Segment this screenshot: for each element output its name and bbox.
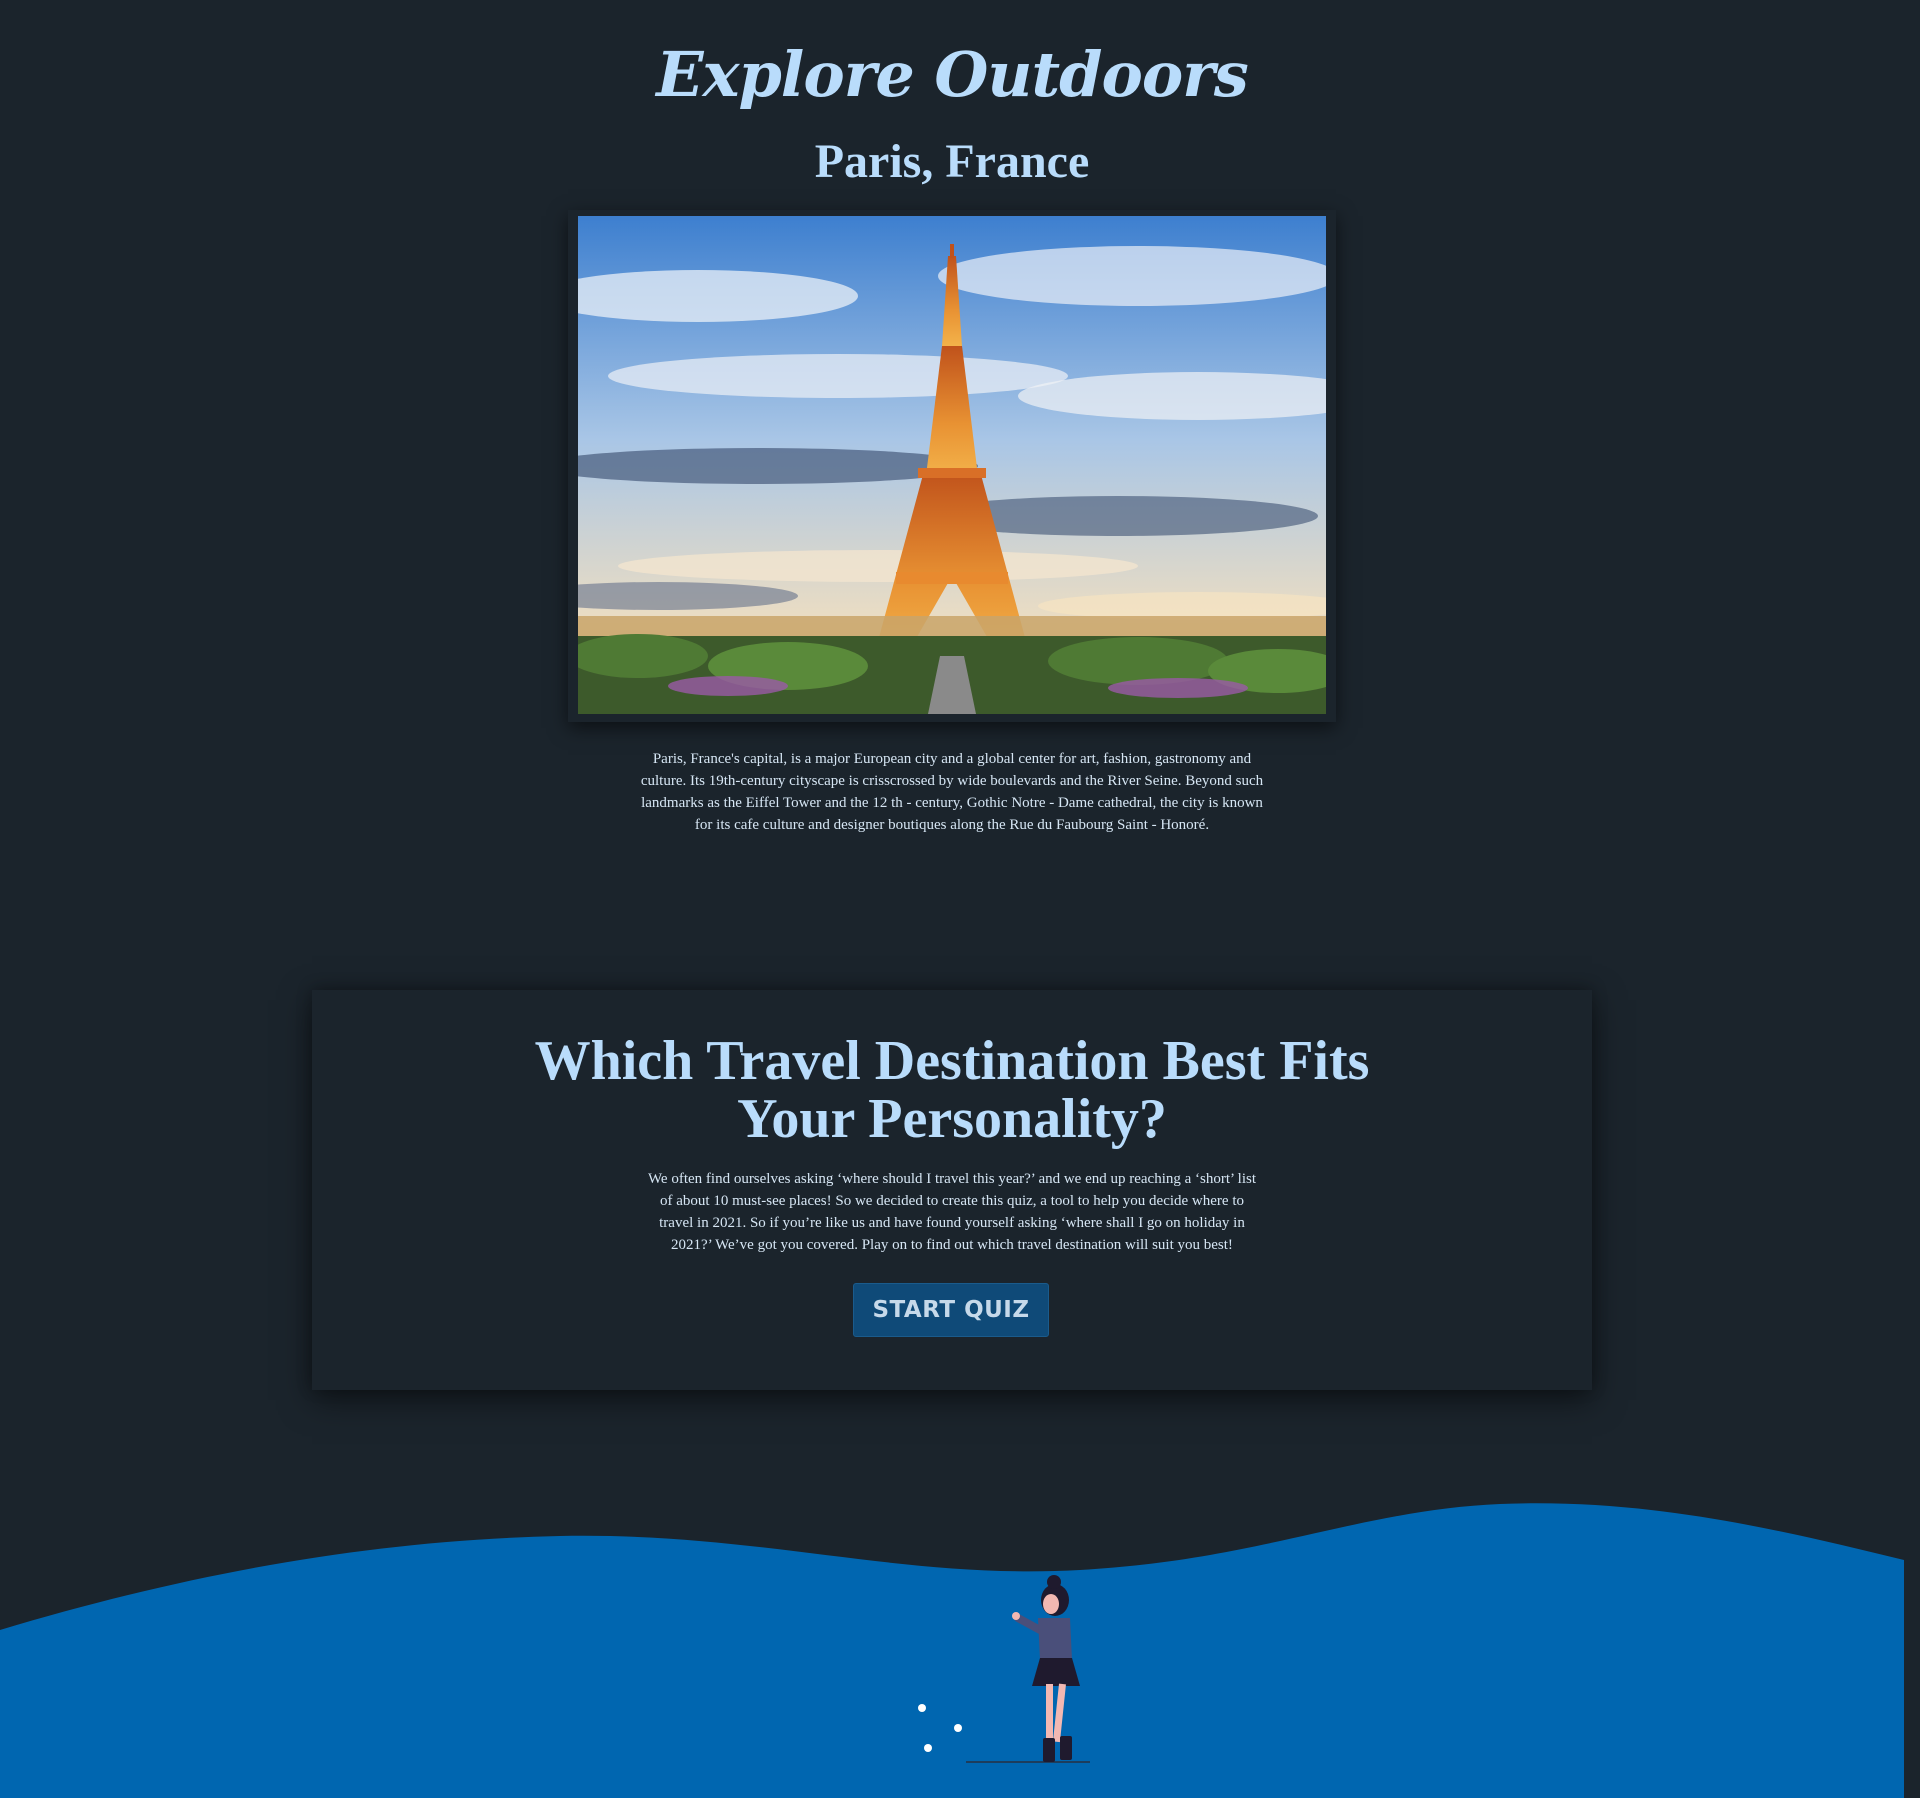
eiffel-tower-photo-icon [578, 216, 1326, 714]
quiz-description: We often find ourselves asking ‘where sh… [647, 1171, 1257, 1253]
city-title: Paris, France [814, 135, 1090, 188]
traveler-woman-icon [918, 1575, 1090, 1763]
city-description: Paris, France's capital, is a major Euro… [640, 751, 1264, 833]
quiz-card: Which Travel Destination Best Fits Your … [312, 990, 1592, 1390]
quiz-title: Which Travel Destination Best Fits Your … [534, 1030, 1370, 1150]
hero-image-frame [568, 210, 1336, 722]
start-quiz-button[interactable]: START QUIZ [853, 1283, 1049, 1337]
eiffel-tower-photo [578, 216, 1326, 714]
traveler-woman-illustration [900, 1570, 1100, 1770]
site-title: Explore Outdoors [656, 38, 1249, 111]
